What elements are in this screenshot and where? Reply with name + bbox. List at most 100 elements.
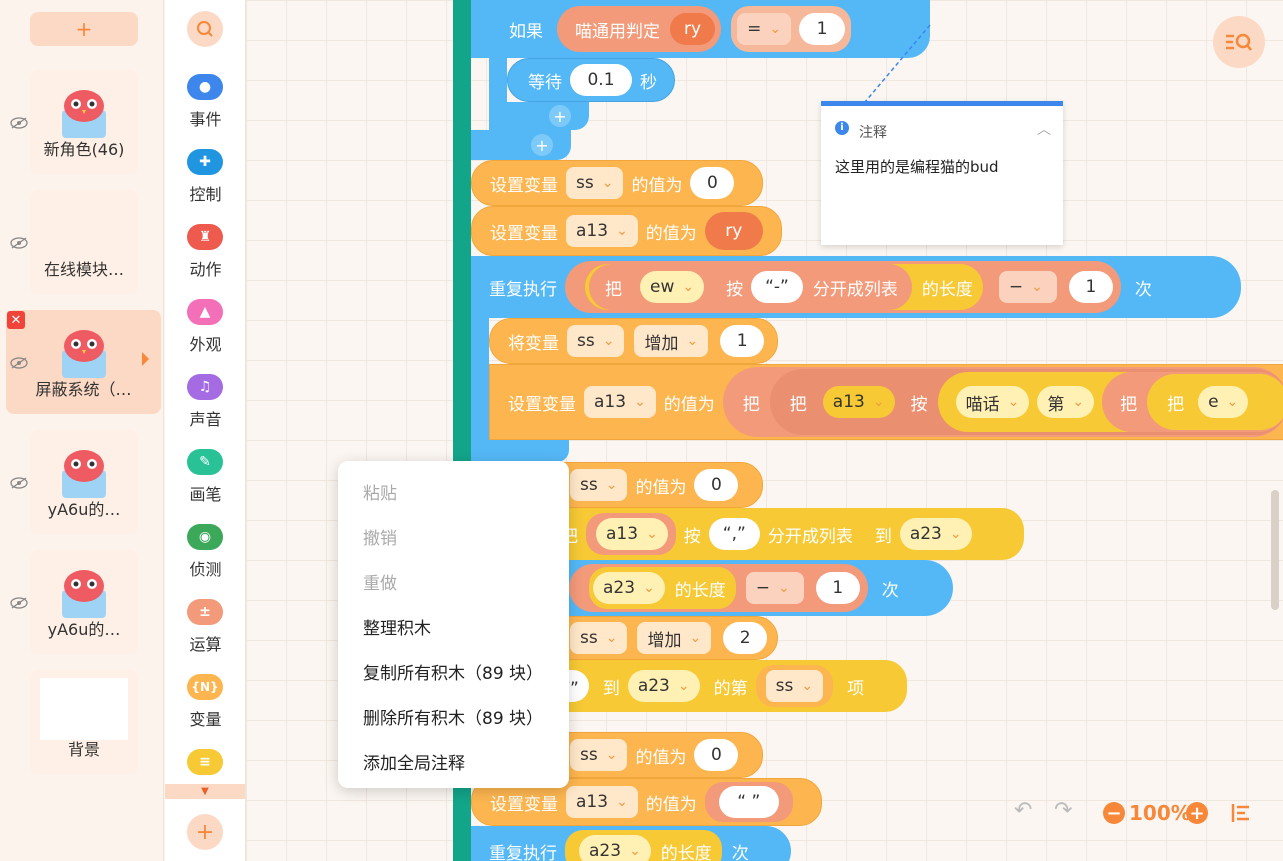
operator-dropdown[interactable]: − xyxy=(745,572,804,604)
hidden-eye-icon[interactable] xyxy=(10,477,28,489)
hidden-eye-icon[interactable] xyxy=(10,117,28,129)
value-input[interactable]: 0 xyxy=(694,469,739,501)
list-dropdown[interactable]: a13 xyxy=(822,386,895,418)
zoom-in-button[interactable]: + xyxy=(1186,802,1208,824)
comment-body[interactable]: 这里用的是编程猫的bud xyxy=(835,156,999,177)
change-variable-block[interactable]: 将变量 ss 增加 1 xyxy=(489,318,778,364)
subtract-operator[interactable]: a23 的长度 − 1 xyxy=(569,564,868,612)
if-add-slot[interactable]: + xyxy=(489,102,589,130)
nth-dropdown[interactable]: 第 xyxy=(1037,386,1095,418)
ry-value[interactable]: ry xyxy=(704,212,763,250)
text-input[interactable]: “ ” xyxy=(718,786,779,818)
category-events[interactable]: ● 事件 xyxy=(165,74,246,144)
variable-dropdown[interactable]: ss xyxy=(570,622,628,654)
change-mode-dropdown[interactable]: 增加 xyxy=(634,325,709,357)
change-mode-dropdown[interactable]: 增加 xyxy=(637,622,712,654)
variable-dropdown[interactable]: ss xyxy=(566,167,624,199)
set-variable-block[interactable]: 设置变量 a13 的值为 把 把 a13 按 喵话 第 把 把 e xyxy=(489,364,1283,440)
variable-dropdown[interactable]: a13 xyxy=(566,215,638,247)
add-branch-icon[interactable]: + xyxy=(549,105,571,127)
undo-icon[interactable]: ↶ xyxy=(1014,798,1032,823)
zoom-out-button[interactable]: − xyxy=(1103,802,1125,824)
align-blocks-icon[interactable] xyxy=(1230,802,1252,824)
menu-item-paste[interactable]: 粘贴 xyxy=(363,479,397,504)
compare-value[interactable]: 1 xyxy=(799,13,846,45)
category-sound[interactable]: ♫ 声音 xyxy=(165,374,246,444)
change-value-input[interactable]: 2 xyxy=(723,622,768,654)
repeat-block[interactable]: 重复执行 把 ew 按 “-” 分开成列表 的长度 − 1 次 xyxy=(471,256,1241,318)
set-variable-block[interactable]: 设置变量 a13 的值为 ry xyxy=(471,206,782,256)
value-input[interactable]: 0 xyxy=(694,739,739,771)
variable-dropdown[interactable]: ss xyxy=(765,670,824,702)
variable-dropdown[interactable]: a13 xyxy=(566,786,638,818)
variable-dropdown[interactable]: a13 xyxy=(584,386,656,418)
background-card[interactable]: 背景 xyxy=(30,670,138,774)
subtract-value[interactable]: 1 xyxy=(1068,271,1113,303)
category-sensing[interactable]: ◉ 侦测 xyxy=(165,524,246,594)
change-value-input[interactable]: 1 xyxy=(720,325,765,357)
category-control[interactable]: ✚ 控制 xyxy=(165,149,246,219)
menu-item-delete-all[interactable]: 删除所有积木（89 块） xyxy=(363,704,543,729)
split-reporter[interactable]: 把 ew 按 “-” 分开成列表 xyxy=(589,264,912,310)
set-variable-block[interactable]: 设置变量 ss 的值为 0 xyxy=(471,160,763,206)
list-dropdown[interactable]: a23 xyxy=(579,835,651,861)
split-reporter[interactable]: 把 a13 按 喵话 第 把 把 e xyxy=(769,369,1283,435)
workspace-scrollbar[interactable] xyxy=(1271,490,1279,610)
subtract-operator[interactable]: 把 ew 按 “-” 分开成列表 的长度 − 1 xyxy=(565,261,1121,313)
collapse-chevron-icon[interactable]: ︿ xyxy=(1037,119,1051,139)
category-motion[interactable]: ♜ 动作 xyxy=(165,224,246,294)
menu-item-redo[interactable]: 重做 xyxy=(363,569,397,594)
variable-dropdown[interactable]: ss xyxy=(570,469,628,501)
hidden-eye-icon[interactable] xyxy=(10,237,28,249)
operator-dropdown[interactable]: = xyxy=(737,13,792,45)
category-operators[interactable]: ± 运算 xyxy=(165,599,246,669)
value-input[interactable]: 0 xyxy=(690,167,735,199)
text-holder[interactable]: “ ” xyxy=(704,782,793,822)
var-holder[interactable]: ss xyxy=(755,665,834,707)
menu-item-add-comment[interactable]: 添加全局注释 xyxy=(363,749,465,774)
search-button[interactable] xyxy=(187,11,223,47)
category-pen[interactable]: ✎ 画笔 xyxy=(165,449,246,519)
ry-value[interactable]: ry xyxy=(670,13,716,45)
menu-item-copy-all[interactable]: 复制所有积木（89 块） xyxy=(363,659,543,684)
sprite-menu-arrow-icon[interactable] xyxy=(142,352,149,366)
menu-item-clean-up[interactable]: 整理积木 xyxy=(363,614,431,639)
list-dropdown[interactable]: a23 xyxy=(593,572,665,604)
list-dropdown[interactable]: a23 xyxy=(627,670,700,702)
add-sprite-button[interactable]: + xyxy=(30,12,138,46)
wait-block[interactable]: 等待 0.1 秒 xyxy=(507,58,675,102)
sprite-card-active[interactable]: 屏蔽系统（… xyxy=(6,310,161,414)
variable-dropdown[interactable]: ss xyxy=(570,739,628,771)
item-reporter[interactable]: 把 把 a13 按 喵话 第 把 把 e xyxy=(722,367,1283,437)
scroll-down-chevron-icon[interactable]: ▼ xyxy=(165,784,245,799)
length-reporter[interactable]: 把 ew 按 “-” 分开成列表 的长度 xyxy=(585,264,983,310)
equals-operator[interactable]: = 1 xyxy=(731,6,852,52)
hidden-eye-icon[interactable] xyxy=(10,597,28,609)
repeat-block[interactable]: 重复执行 a23 的长度 次 xyxy=(471,826,791,861)
nested-reporter[interactable]: 把 把 e xyxy=(1102,372,1283,432)
add-extension-button[interactable]: + xyxy=(187,814,223,850)
comment-box[interactable]: i 注释 ︿ 这里用的是编程猫的bud xyxy=(821,101,1063,245)
length-reporter[interactable]: a23 的长度 xyxy=(589,567,736,609)
variable-dropdown[interactable]: 喵话 xyxy=(955,386,1030,418)
length-reporter[interactable]: a23 的长度 xyxy=(565,830,722,861)
variable-dropdown[interactable]: a13 xyxy=(596,518,668,550)
block-search-button[interactable] xyxy=(1213,16,1265,68)
separator-input[interactable]: “,” xyxy=(708,518,760,550)
category-lists[interactable]: ≡ xyxy=(165,749,246,784)
wait-seconds-input[interactable]: 0.1 xyxy=(570,64,632,96)
separator-input[interactable]: “-” xyxy=(751,271,803,303)
category-looks[interactable]: ▲ 外观 xyxy=(165,299,246,369)
redo-icon[interactable]: ↷ xyxy=(1054,798,1072,823)
if-footer[interactable]: + xyxy=(471,130,571,160)
nested-reporter[interactable]: 喵话 第 把 把 e xyxy=(937,372,1283,432)
sprite-card[interactable]: yA6u的… xyxy=(30,550,138,654)
nested-reporter[interactable]: 把 e xyxy=(1147,374,1283,430)
hidden-eye-icon[interactable] xyxy=(10,357,28,369)
list-dropdown[interactable]: ew xyxy=(640,271,705,303)
sprite-card[interactable]: 在线模块… xyxy=(30,190,138,294)
variable-dropdown[interactable]: ss xyxy=(567,325,625,357)
add-else-icon[interactable]: + xyxy=(531,134,553,156)
subtract-value[interactable]: 1 xyxy=(815,572,860,604)
meow-check-reporter[interactable]: 喵通用判定 ry xyxy=(557,6,722,52)
